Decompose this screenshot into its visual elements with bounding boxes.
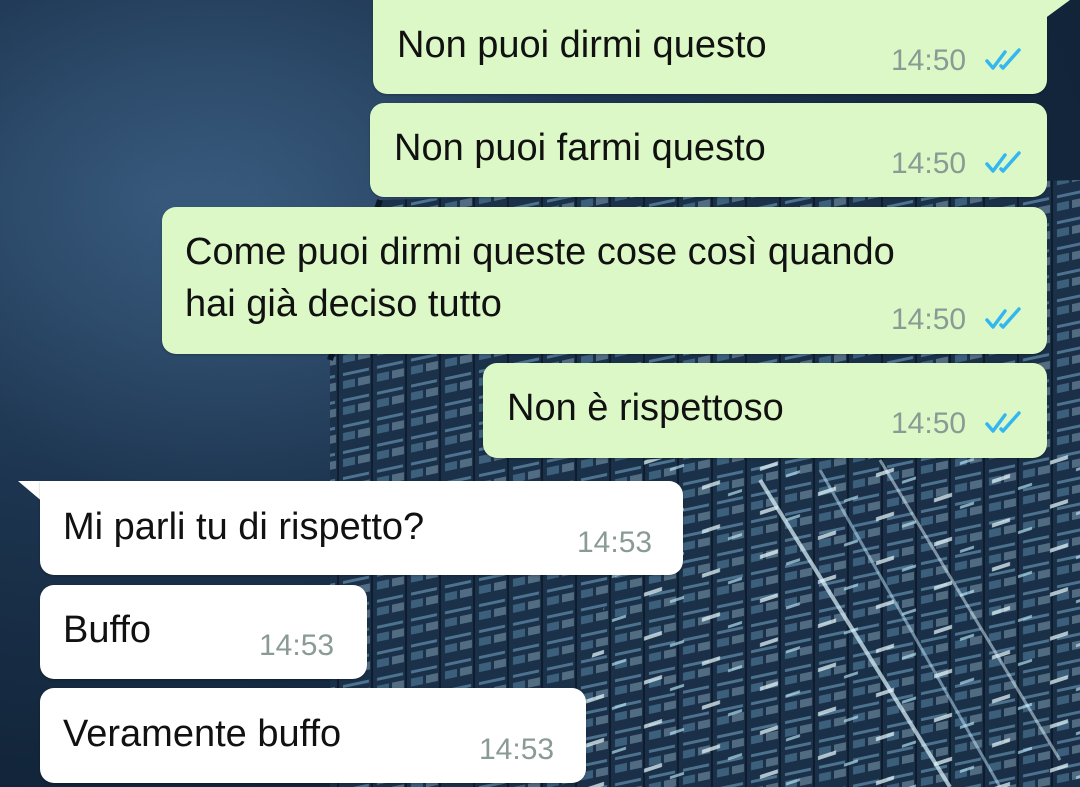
message-text: Non puoi farmi questo xyxy=(394,127,766,169)
bubble-tail xyxy=(1040,0,1070,22)
double-check-icon xyxy=(985,411,1021,433)
incoming-message-bubble[interactable]: Buffo 14:53 xyxy=(40,585,367,679)
outgoing-message-bubble[interactable]: Come puoi dirmi queste cose così quando … xyxy=(162,207,1047,354)
message-timestamp: 14:50 xyxy=(891,147,967,180)
incoming-message-bubble[interactable]: Veramente buffo 14:53 xyxy=(40,688,586,783)
message-timestamp: 14:53 xyxy=(577,526,653,559)
message-timestamp: 14:53 xyxy=(259,629,335,662)
double-check-icon xyxy=(985,307,1021,329)
message-timestamp: 14:50 xyxy=(891,44,967,77)
message-text: Non è rispettoso xyxy=(507,387,784,429)
outgoing-message-bubble[interactable]: Non puoi farmi questo 14:50 xyxy=(370,103,1047,197)
message-text-line-2: hai già deciso tutto xyxy=(185,283,502,325)
double-check-icon xyxy=(985,48,1021,70)
message-timestamp: 14:53 xyxy=(479,733,555,766)
message-text: Veramente buffo xyxy=(63,713,342,755)
outgoing-message-bubble[interactable]: Non è rispettoso 14:50 xyxy=(483,363,1047,458)
outgoing-message-bubble[interactable]: Non puoi dirmi questo 14:50 xyxy=(373,0,1047,94)
double-check-icon xyxy=(985,151,1021,173)
incoming-message-bubble[interactable]: Mi parli tu di rispetto? 14:53 xyxy=(40,481,683,575)
message-timestamp: 14:50 xyxy=(891,303,967,336)
message-text: Buffo xyxy=(63,609,152,651)
message-text: Mi parli tu di rispetto? xyxy=(63,506,425,548)
message-timestamp: 14:50 xyxy=(891,407,967,440)
message-text-line-1: Come puoi dirmi queste cose così quando xyxy=(185,231,895,273)
message-text: Non puoi dirmi questo xyxy=(397,24,767,66)
